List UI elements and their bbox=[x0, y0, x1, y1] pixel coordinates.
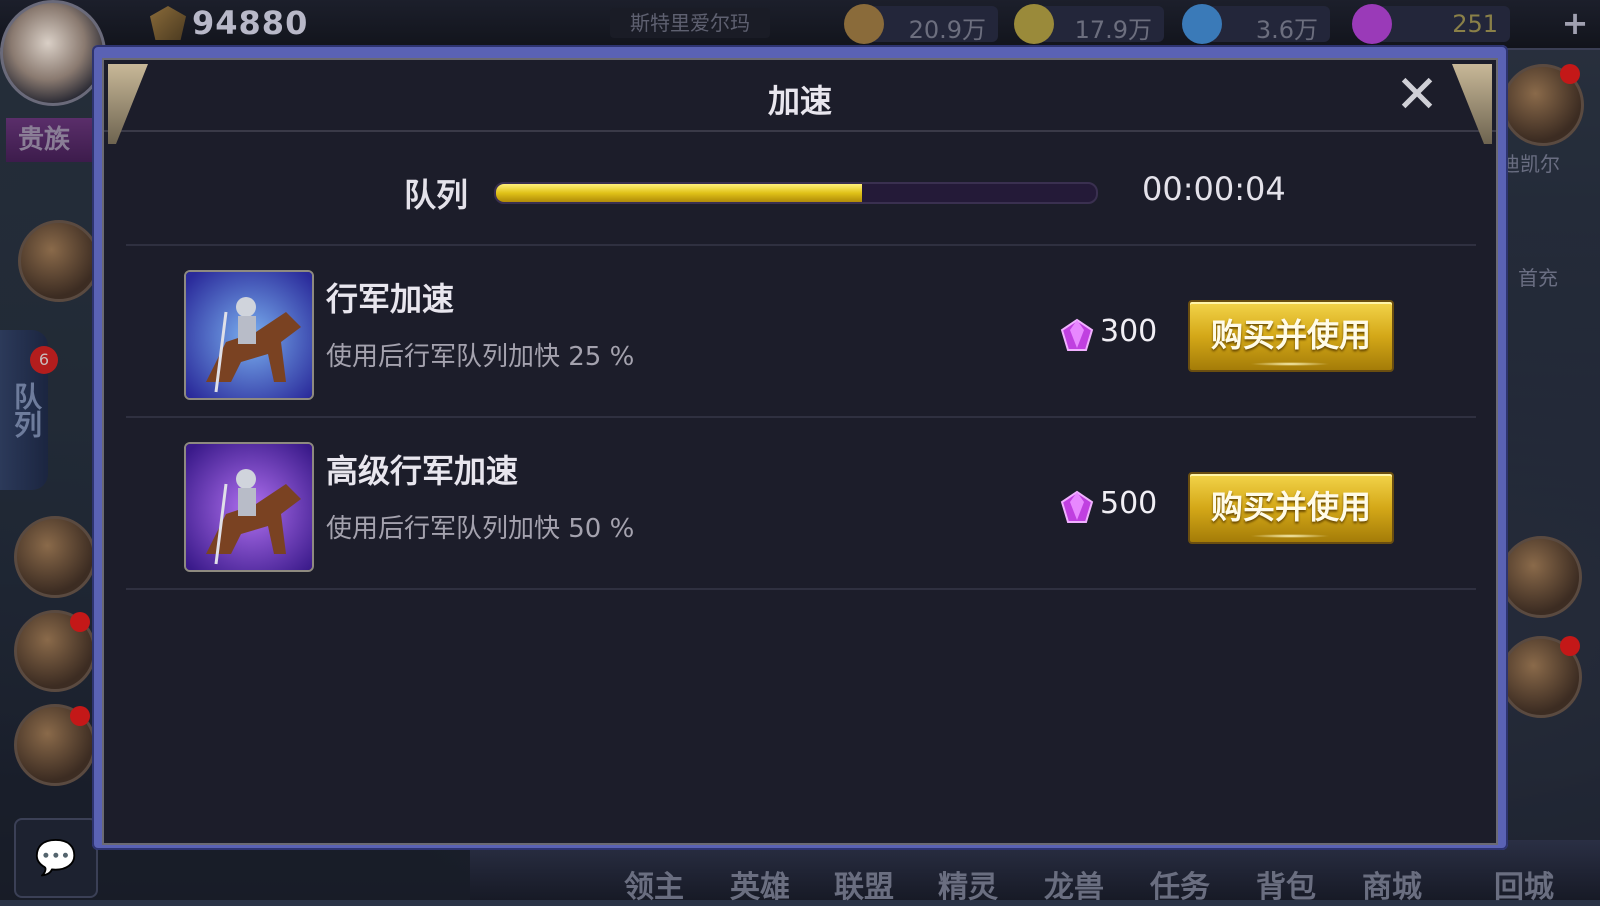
divider bbox=[126, 588, 1476, 590]
first-recharge-label[interactable]: 首充 bbox=[1518, 262, 1558, 291]
advanced-march-speedup-icon bbox=[184, 442, 314, 572]
queue-label: 队列 bbox=[404, 176, 469, 214]
item-description: 使用后行军队列加快 25 % bbox=[326, 342, 635, 372]
noble-badge[interactable]: 贵族 bbox=[6, 118, 100, 162]
item-title: 行军加速 bbox=[326, 280, 455, 318]
resource-value: 20.9万 bbox=[908, 16, 986, 44]
dialog-header: 加速 ✕ bbox=[104, 60, 1496, 144]
item-price: 300 bbox=[1100, 314, 1158, 349]
nav-shop[interactable]: 商城 bbox=[1362, 862, 1422, 906]
resource-wood[interactable]: 20.9万 bbox=[844, 4, 998, 44]
resource-value: 17.9万 bbox=[1074, 16, 1152, 44]
resource-wheat[interactable]: 17.9万 bbox=[1014, 4, 1164, 44]
divider bbox=[126, 244, 1476, 246]
buy-and-use-button[interactable]: 购买并使用 bbox=[1188, 472, 1394, 544]
divider bbox=[126, 416, 1476, 418]
gem-icon bbox=[1060, 490, 1094, 523]
nav-lord[interactable]: 领主 bbox=[624, 862, 684, 906]
power-value: 94880 bbox=[192, 4, 309, 42]
hero-name-label: 迪凯尔 bbox=[1500, 152, 1560, 176]
queue-count-badge: 6 bbox=[30, 346, 58, 374]
nav-alliance[interactable]: 联盟 bbox=[834, 862, 894, 906]
player-name[interactable]: 斯特里爱尔玛 bbox=[610, 8, 770, 38]
gem-icon bbox=[1352, 4, 1392, 44]
item-price: 500 bbox=[1100, 486, 1158, 521]
wheat-icon bbox=[1014, 4, 1054, 44]
nav-hero[interactable]: 英雄 bbox=[730, 862, 790, 906]
resource-value: 251 bbox=[1452, 10, 1498, 38]
queue-progress-bar bbox=[494, 182, 1098, 204]
notification-dot bbox=[70, 706, 90, 726]
avatar[interactable] bbox=[0, 0, 106, 106]
resource-gem[interactable]: 251 bbox=[1352, 4, 1510, 44]
nav-dragon[interactable]: 龙兽 bbox=[1044, 862, 1104, 906]
scroll-quest-icon[interactable] bbox=[18, 220, 100, 302]
item-description: 使用后行军队列加快 50 % bbox=[326, 514, 635, 544]
top-resource-bar: 94880 斯特里爱尔玛 20.9万 17.9万 3.6万 251 + bbox=[0, 0, 1600, 50]
nav-quest[interactable]: 任务 bbox=[1150, 862, 1210, 906]
map-pin-icon[interactable] bbox=[14, 516, 96, 598]
nav-spirit[interactable]: 精灵 bbox=[938, 862, 998, 906]
notification-dot bbox=[1560, 64, 1580, 84]
resource-mana[interactable]: 3.6万 bbox=[1182, 4, 1330, 44]
gem-icon bbox=[1060, 318, 1094, 351]
item-title: 高级行军加速 bbox=[326, 452, 519, 490]
chat-button[interactable]: 💬 bbox=[14, 818, 98, 898]
queue-timer: 00:00:04 bbox=[1142, 170, 1286, 208]
nav-return-city[interactable]: 回城 bbox=[1494, 862, 1554, 906]
event-icon[interactable] bbox=[1500, 536, 1582, 618]
list-item: 行军加速 使用后行军队列加快 25 % 300 购买并使用 bbox=[104, 248, 1496, 418]
queue-progress-fill bbox=[496, 184, 862, 202]
notification-dot bbox=[70, 612, 90, 632]
power-icon bbox=[150, 6, 186, 40]
wood-icon bbox=[844, 4, 884, 44]
close-icon[interactable]: ✕ bbox=[1394, 69, 1440, 121]
dialog-title: 加速 bbox=[767, 82, 832, 120]
speedup-dialog: 加速 ✕ 队列 00:00:04 行军加速 使用后行军队列加快 25 % 300… bbox=[102, 58, 1498, 845]
buy-and-use-button[interactable]: 购买并使用 bbox=[1188, 300, 1394, 372]
resource-value: 3.6万 bbox=[1255, 16, 1318, 44]
notification-dot bbox=[1560, 636, 1580, 656]
list-item: 高级行军加速 使用后行军队列加快 50 % 500 购买并使用 bbox=[104, 420, 1496, 590]
march-speedup-icon bbox=[184, 270, 314, 400]
nav-bag[interactable]: 背包 bbox=[1256, 862, 1316, 906]
mana-icon bbox=[1182, 4, 1222, 44]
add-gem-button[interactable]: + bbox=[1560, 7, 1590, 39]
